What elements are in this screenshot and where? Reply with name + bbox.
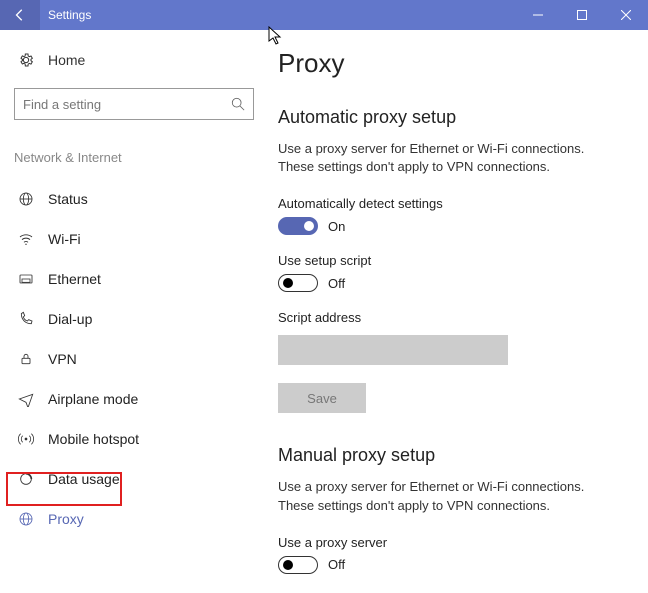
page-title: Proxy — [278, 48, 620, 79]
wifi-icon — [14, 231, 38, 247]
sidebar-item-label: Proxy — [48, 511, 84, 527]
sidebar-item-label: Data usage — [48, 471, 120, 487]
maximize-icon — [577, 10, 587, 20]
main-content: Proxy Automatic proxy setup Use a proxy … — [268, 30, 648, 593]
sidebar-item-label: VPN — [48, 351, 77, 367]
titlebar: Settings — [0, 0, 648, 30]
close-icon — [621, 10, 631, 20]
sidebar: Home Network & Internet Status Wi-Fi Eth… — [0, 30, 268, 593]
script-label: Use setup script — [278, 253, 620, 268]
nav-list: Status Wi-Fi Ethernet Dial-up VPN Airpla… — [14, 179, 268, 539]
minimize-icon — [533, 10, 543, 20]
manual-desc: Use a proxy server for Ethernet or Wi-Fi… — [278, 478, 618, 514]
maximize-button[interactable] — [560, 0, 604, 30]
sidebar-item-label: Mobile hotspot — [48, 431, 139, 447]
sidebar-item-datausage[interactable]: Data usage — [14, 459, 268, 499]
section-label: Network & Internet — [14, 150, 268, 165]
home-button[interactable]: Home — [14, 48, 268, 72]
window-title: Settings — [48, 8, 91, 22]
sidebar-item-vpn[interactable]: VPN — [14, 339, 268, 379]
save-button[interactable]: Save — [278, 383, 366, 413]
sidebar-item-label: Status — [48, 191, 88, 207]
arrow-left-icon — [13, 8, 27, 22]
use-proxy-toggle[interactable] — [278, 556, 318, 574]
search-icon — [231, 97, 245, 111]
detect-state: On — [328, 219, 345, 234]
globe-icon — [14, 511, 38, 527]
manual-heading: Manual proxy setup — [278, 445, 620, 466]
hotspot-icon — [14, 431, 38, 447]
script-address-label: Script address — [278, 310, 620, 325]
airplane-icon — [14, 391, 38, 407]
vpn-icon — [14, 351, 38, 367]
script-state: Off — [328, 276, 345, 291]
sidebar-item-status[interactable]: Status — [14, 179, 268, 219]
ethernet-icon — [14, 271, 38, 287]
sidebar-item-label: Airplane mode — [48, 391, 138, 407]
script-address-input[interactable] — [278, 335, 508, 365]
close-button[interactable] — [604, 0, 648, 30]
auto-heading: Automatic proxy setup — [278, 107, 620, 128]
sidebar-item-dialup[interactable]: Dial-up — [14, 299, 268, 339]
search-input[interactable] — [14, 88, 254, 120]
sidebar-item-wifi[interactable]: Wi-Fi — [14, 219, 268, 259]
sidebar-item-ethernet[interactable]: Ethernet — [14, 259, 268, 299]
sidebar-item-airplane[interactable]: Airplane mode — [14, 379, 268, 419]
globe-icon — [14, 191, 38, 207]
minimize-button[interactable] — [516, 0, 560, 30]
auto-desc: Use a proxy server for Ethernet or Wi-Fi… — [278, 140, 618, 176]
gear-icon — [14, 52, 38, 68]
back-button[interactable] — [0, 0, 40, 30]
sidebar-item-hotspot[interactable]: Mobile hotspot — [14, 419, 268, 459]
data-usage-icon — [14, 471, 38, 487]
detect-label: Automatically detect settings — [278, 196, 620, 211]
phone-icon — [14, 311, 38, 327]
use-proxy-label: Use a proxy server — [278, 535, 620, 550]
home-label: Home — [48, 52, 85, 68]
sidebar-item-label: Dial-up — [48, 311, 92, 327]
sidebar-item-label: Wi-Fi — [48, 231, 81, 247]
sidebar-item-proxy[interactable]: Proxy — [14, 499, 268, 539]
use-proxy-state: Off — [328, 557, 345, 572]
script-toggle[interactable] — [278, 274, 318, 292]
search-field[interactable] — [23, 97, 223, 112]
sidebar-item-label: Ethernet — [48, 271, 101, 287]
detect-toggle[interactable] — [278, 217, 318, 235]
